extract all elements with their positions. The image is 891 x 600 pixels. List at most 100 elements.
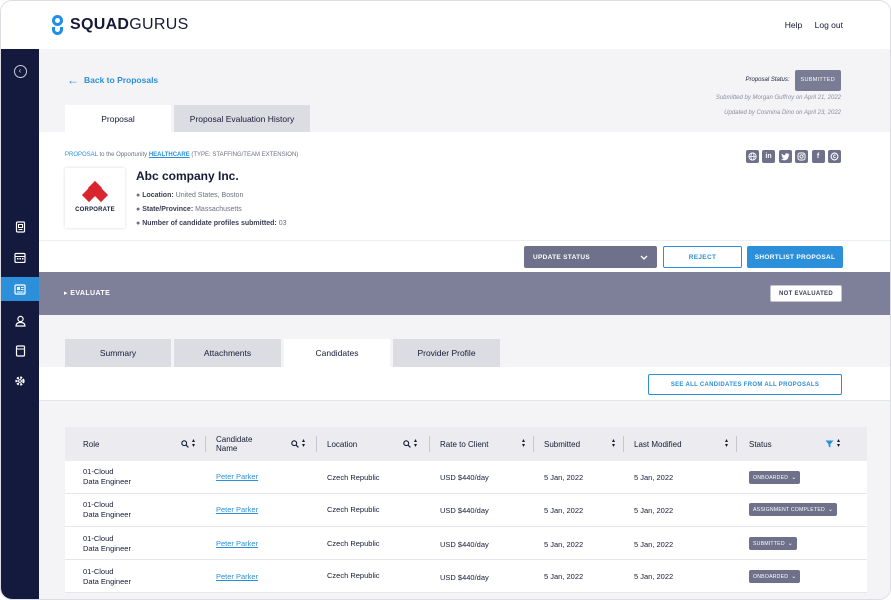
table-row[interactable]: 01-Cloud Data Engineer Peter Parker Czech… [65,527,867,560]
table-row[interactable]: 01-Cloud Data Engineer Peter Parker Czech… [65,560,867,593]
role-line1: 01-Cloud [83,467,114,476]
table-header: Role ▴ ▾ Candidate Name ▴ ▾ Location ▴ ▾ Ra… [65,427,867,461]
cell-rate: USD $440/day [440,506,489,515]
candidate-name-link[interactable]: Peter Parker [216,505,258,514]
update-status-dropdown[interactable]: UPDATE STATUS [524,246,657,268]
role-line2: Data Engineer [83,544,131,553]
search-icon[interactable] [403,440,411,448]
candidate-name-link[interactable]: Peter Parker [216,539,258,548]
app-window: SQUADGURUS Help Log out ‹ ← Back to Prop… [0,0,891,600]
status-dropdown[interactable]: ASSIGNMENT COMPLETED ⌄ [749,503,838,516]
opportunity-link[interactable]: HEALTHCARE [149,152,190,158]
brand-logo[interactable]: SQUADGURUS [51,14,189,36]
tab-attachments[interactable]: Attachments [174,339,281,367]
sidebar-item-archive[interactable] [1,339,39,363]
table-row[interactable]: 01-Cloud Data Engineer Peter Parker Czech… [65,461,867,494]
profiles-value: 03 [276,220,287,227]
candidate-name-link[interactable]: Peter Parker [216,572,258,581]
proposal-tabs: Proposal Proposal Evaluation History [65,105,310,132]
sort-icon[interactable]: ▴ ▾ [612,438,615,449]
back-to-proposals-link[interactable]: ← Back to Proposals [67,73,158,87]
crunchbase-icon[interactable] [828,150,841,163]
header-rate-label: Rate to Client [440,439,489,449]
cell-submitted: 5 Jan, 2022 [544,506,584,515]
column-header-rate: Rate to Client [440,427,488,461]
cell-role: 01-Cloud Data Engineer [83,500,131,520]
search-icon[interactable] [181,440,189,448]
evaluation-status-badge: NOT EVALUATED [770,285,842,302]
role-line2: Data Engineer [83,577,131,586]
sidebar-item-proposals[interactable] [1,277,39,301]
status-dropdown[interactable]: SUBMITTED ⌄ [749,537,798,550]
evaluate-toggle[interactable]: ▸ EVALUATE [64,289,110,297]
tab-candidates[interactable]: Candidates [284,339,390,367]
sort-icon[interactable]: ▴ ▾ [522,438,525,449]
logout-link[interactable]: Log out [815,20,843,30]
tab-proposal-evaluation-history[interactable]: Proposal Evaluation History [174,105,310,132]
tab-summary[interactable]: Summary [65,339,171,367]
status-dropdown[interactable]: ONBOARDED ⌄ [749,570,801,583]
cell-last-modified: 5 Jan, 2022 [634,506,674,515]
proposal-middle: to the Opportunity [97,152,149,158]
status-label: SUBMITTED [753,540,785,547]
status-dropdown[interactable]: ONBOARDED ⌄ [749,471,801,484]
cell-rate: USD $440/day [440,473,489,482]
cell-location: Czech Republic [327,539,380,548]
sort-icon[interactable]: ▴ ▾ [192,438,195,449]
instagram-icon[interactable] [795,150,808,163]
column-header-role: Role [83,427,99,461]
linkedin-icon[interactable]: in [762,150,775,163]
cell-location: Czech Republic [327,571,380,580]
brand-name-rest: GURUS [129,16,189,33]
sidebar-item-calendar[interactable] [1,245,39,269]
evaluate-bar[interactable] [39,272,890,315]
sort-icon[interactable]: ▴ ▾ [302,438,305,449]
location-value: United States, Boston [173,192,244,199]
candidate-name-link[interactable]: Peter Parker [216,472,258,481]
back-link-label: Back to Proposals [84,75,159,85]
sort-icon[interactable]: ▴ ▾ [837,438,840,449]
proposal-suffix: (TYPE: STAFFING/TEAM EXTENSION) [189,152,299,158]
header-modified-label: Last Modified [634,439,682,449]
sidebar-item-settings[interactable] [1,369,39,393]
sidebar-item-documents[interactable] [1,215,39,239]
user-icon [14,315,26,327]
candidates-table: Role ▴ ▾ Candidate Name ▴ ▾ Location ▴ ▾ Ra… [65,427,867,593]
sidebar-collapse-button[interactable]: ‹ [1,59,39,83]
header-submitted-label: Submitted [544,439,581,449]
rate-controls: ▴ ▾ [519,427,525,461]
shortlist-proposal-button[interactable]: SHORTLIST PROPOSAL [747,246,843,268]
company-name: Abc company Inc. [136,169,239,183]
role-line1: 01-Cloud [83,567,114,576]
company-logo: CORPORATE [65,168,125,228]
proposals-icon [14,283,26,295]
column-header-submitted: Submitted [544,427,580,461]
company-location: ● Location: United States, Boston [136,192,244,199]
see-all-candidates-button[interactable]: SEE ALL CANDIDATES FROM ALL PROPOSALS [648,374,842,395]
filter-icon[interactable] [825,440,834,448]
caret-right-icon: ▸ [64,290,68,297]
settings-icon [15,376,25,386]
header-candidate-line1: Candidate [216,435,253,444]
table-row[interactable]: 01-Cloud Data Engineer Peter Parker Czech… [65,494,867,527]
cell-role: 01-Cloud Data Engineer [83,567,131,587]
chevron-down-icon [640,255,648,260]
proposal-status-line: Proposal Status: SUBMITTED [716,70,841,91]
sort-icon[interactable]: ▴ ▾ [725,438,728,449]
cell-location: Czech Republic [327,505,380,514]
sidebar: ‹ [1,49,39,599]
update-status-label: UPDATE STATUS [533,253,590,261]
cell-rate: USD $440/day [440,540,489,549]
search-icon[interactable] [291,440,299,448]
company-profiles-count: ● Number of candidate profiles submitted… [136,220,287,227]
facebook-icon[interactable]: f [811,150,825,163]
reject-button[interactable]: REJECT [663,246,742,268]
sort-icon[interactable]: ▴ ▾ [414,438,417,449]
cell-submitted: 5 Jan, 2022 [544,473,584,482]
help-link[interactable]: Help [785,20,802,30]
globe-icon[interactable] [745,150,759,163]
tab-proposal[interactable]: Proposal [65,105,171,132]
tab-provider-profile[interactable]: Provider Profile [393,339,500,367]
sidebar-item-users[interactable] [1,309,39,333]
twitter-icon[interactable] [778,150,792,163]
